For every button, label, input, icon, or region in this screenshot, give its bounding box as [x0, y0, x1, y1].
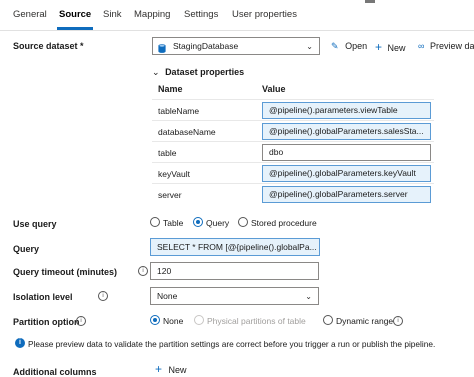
tab-user-properties[interactable]: User properties [232, 9, 297, 20]
info-filled-icon: i [15, 338, 25, 348]
chevron-down-icon: ⌄ [306, 42, 313, 51]
add-column-button[interactable]: + New [155, 362, 187, 376]
info-icon[interactable]: i [138, 266, 148, 276]
radio-stored-procedure[interactable] [238, 217, 248, 227]
column-header-name: Name [158, 84, 183, 94]
property-value-input[interactable]: @pipeline().globalParameters.server [262, 186, 431, 203]
tab-bar: General Source Sink Mapping Settings Use… [0, 0, 474, 31]
radio-dynamic-range-label: Dynamic range [336, 316, 394, 326]
info-icon[interactable]: i [98, 291, 108, 301]
column-header-value: Value [262, 84, 286, 94]
dataset-properties-header[interactable]: ⌄ Dataset properties [152, 67, 244, 78]
isolation-level-value: None [157, 291, 178, 301]
radio-query[interactable] [193, 217, 203, 227]
plus-icon: + [155, 362, 163, 376]
radio-stored-procedure-label: Stored procedure [251, 218, 317, 228]
chevron-down-icon: ⌄ [152, 67, 160, 77]
window-handle [365, 0, 375, 3]
preview-data-button[interactable]: ∞ Preview da [418, 41, 474, 51]
query-timeout-input[interactable]: 120 [150, 262, 319, 280]
source-dataset-label: Source dataset * [13, 41, 84, 51]
partition-notice-text: Please preview data to validate the part… [28, 339, 436, 349]
radio-physical-partitions[interactable] [194, 315, 204, 325]
query-label: Query [13, 244, 40, 254]
tab-sink[interactable]: Sink [103, 9, 121, 20]
source-dataset-select[interactable]: StagingDatabase ⌄ [152, 37, 320, 55]
database-icon [158, 42, 166, 53]
info-icon[interactable]: i [393, 316, 403, 326]
radio-table[interactable] [150, 217, 160, 227]
partition-option-label: Partition option [13, 317, 80, 327]
tab-mapping[interactable]: Mapping [134, 9, 170, 20]
property-value-input[interactable]: dbo [262, 144, 431, 161]
query-timeout-label: Query timeout (minutes) [13, 267, 118, 277]
table-row: databaseName @pipeline().globalParameter… [152, 120, 434, 142]
source-dataset-value: StagingDatabase [173, 41, 239, 51]
edit-icon: ✎ [331, 41, 339, 51]
new-dataset-button[interactable]: + New [375, 40, 406, 54]
isolation-level-label: Isolation level [13, 292, 73, 302]
table-row: tableName @pipeline().parameters.viewTab… [152, 99, 434, 121]
property-value-input[interactable]: @pipeline().globalParameters.salesSta... [262, 123, 431, 140]
property-value-input[interactable]: @pipeline().parameters.viewTable [262, 102, 431, 119]
open-dataset-button[interactable]: ✎ Open [331, 41, 367, 52]
radio-table-label: Table [163, 218, 184, 228]
plus-icon: + [375, 40, 383, 54]
tab-settings[interactable]: Settings [184, 9, 218, 20]
glasses-icon: ∞ [418, 41, 425, 51]
table-row: server @pipeline().globalParameters.serv… [152, 183, 434, 205]
radio-partition-none[interactable] [150, 315, 160, 325]
radio-partition-none-label: None [163, 316, 184, 326]
table-row: keyVault @pipeline().globalParameters.ke… [152, 162, 434, 184]
radio-dynamic-range[interactable] [323, 315, 333, 325]
chevron-down-icon: ⌄ [305, 292, 312, 301]
isolation-level-select[interactable]: None ⌄ [150, 287, 319, 305]
radio-physical-partitions-label: Physical partitions of table [207, 316, 306, 326]
radio-query-label: Query [206, 218, 230, 228]
property-value-input[interactable]: @pipeline().globalParameters.keyVault [262, 165, 431, 182]
use-query-label: Use query [13, 219, 57, 229]
active-tab-indicator [57, 27, 93, 30]
tab-source[interactable]: Source [59, 9, 91, 20]
query-input[interactable]: SELECT * FROM [@{pipeline().globalPa... [150, 238, 320, 256]
table-row: table dbo [152, 141, 434, 163]
tab-general[interactable]: General [13, 9, 47, 20]
info-icon[interactable]: i [76, 316, 86, 326]
additional-columns-label: Additional columns [13, 367, 97, 377]
